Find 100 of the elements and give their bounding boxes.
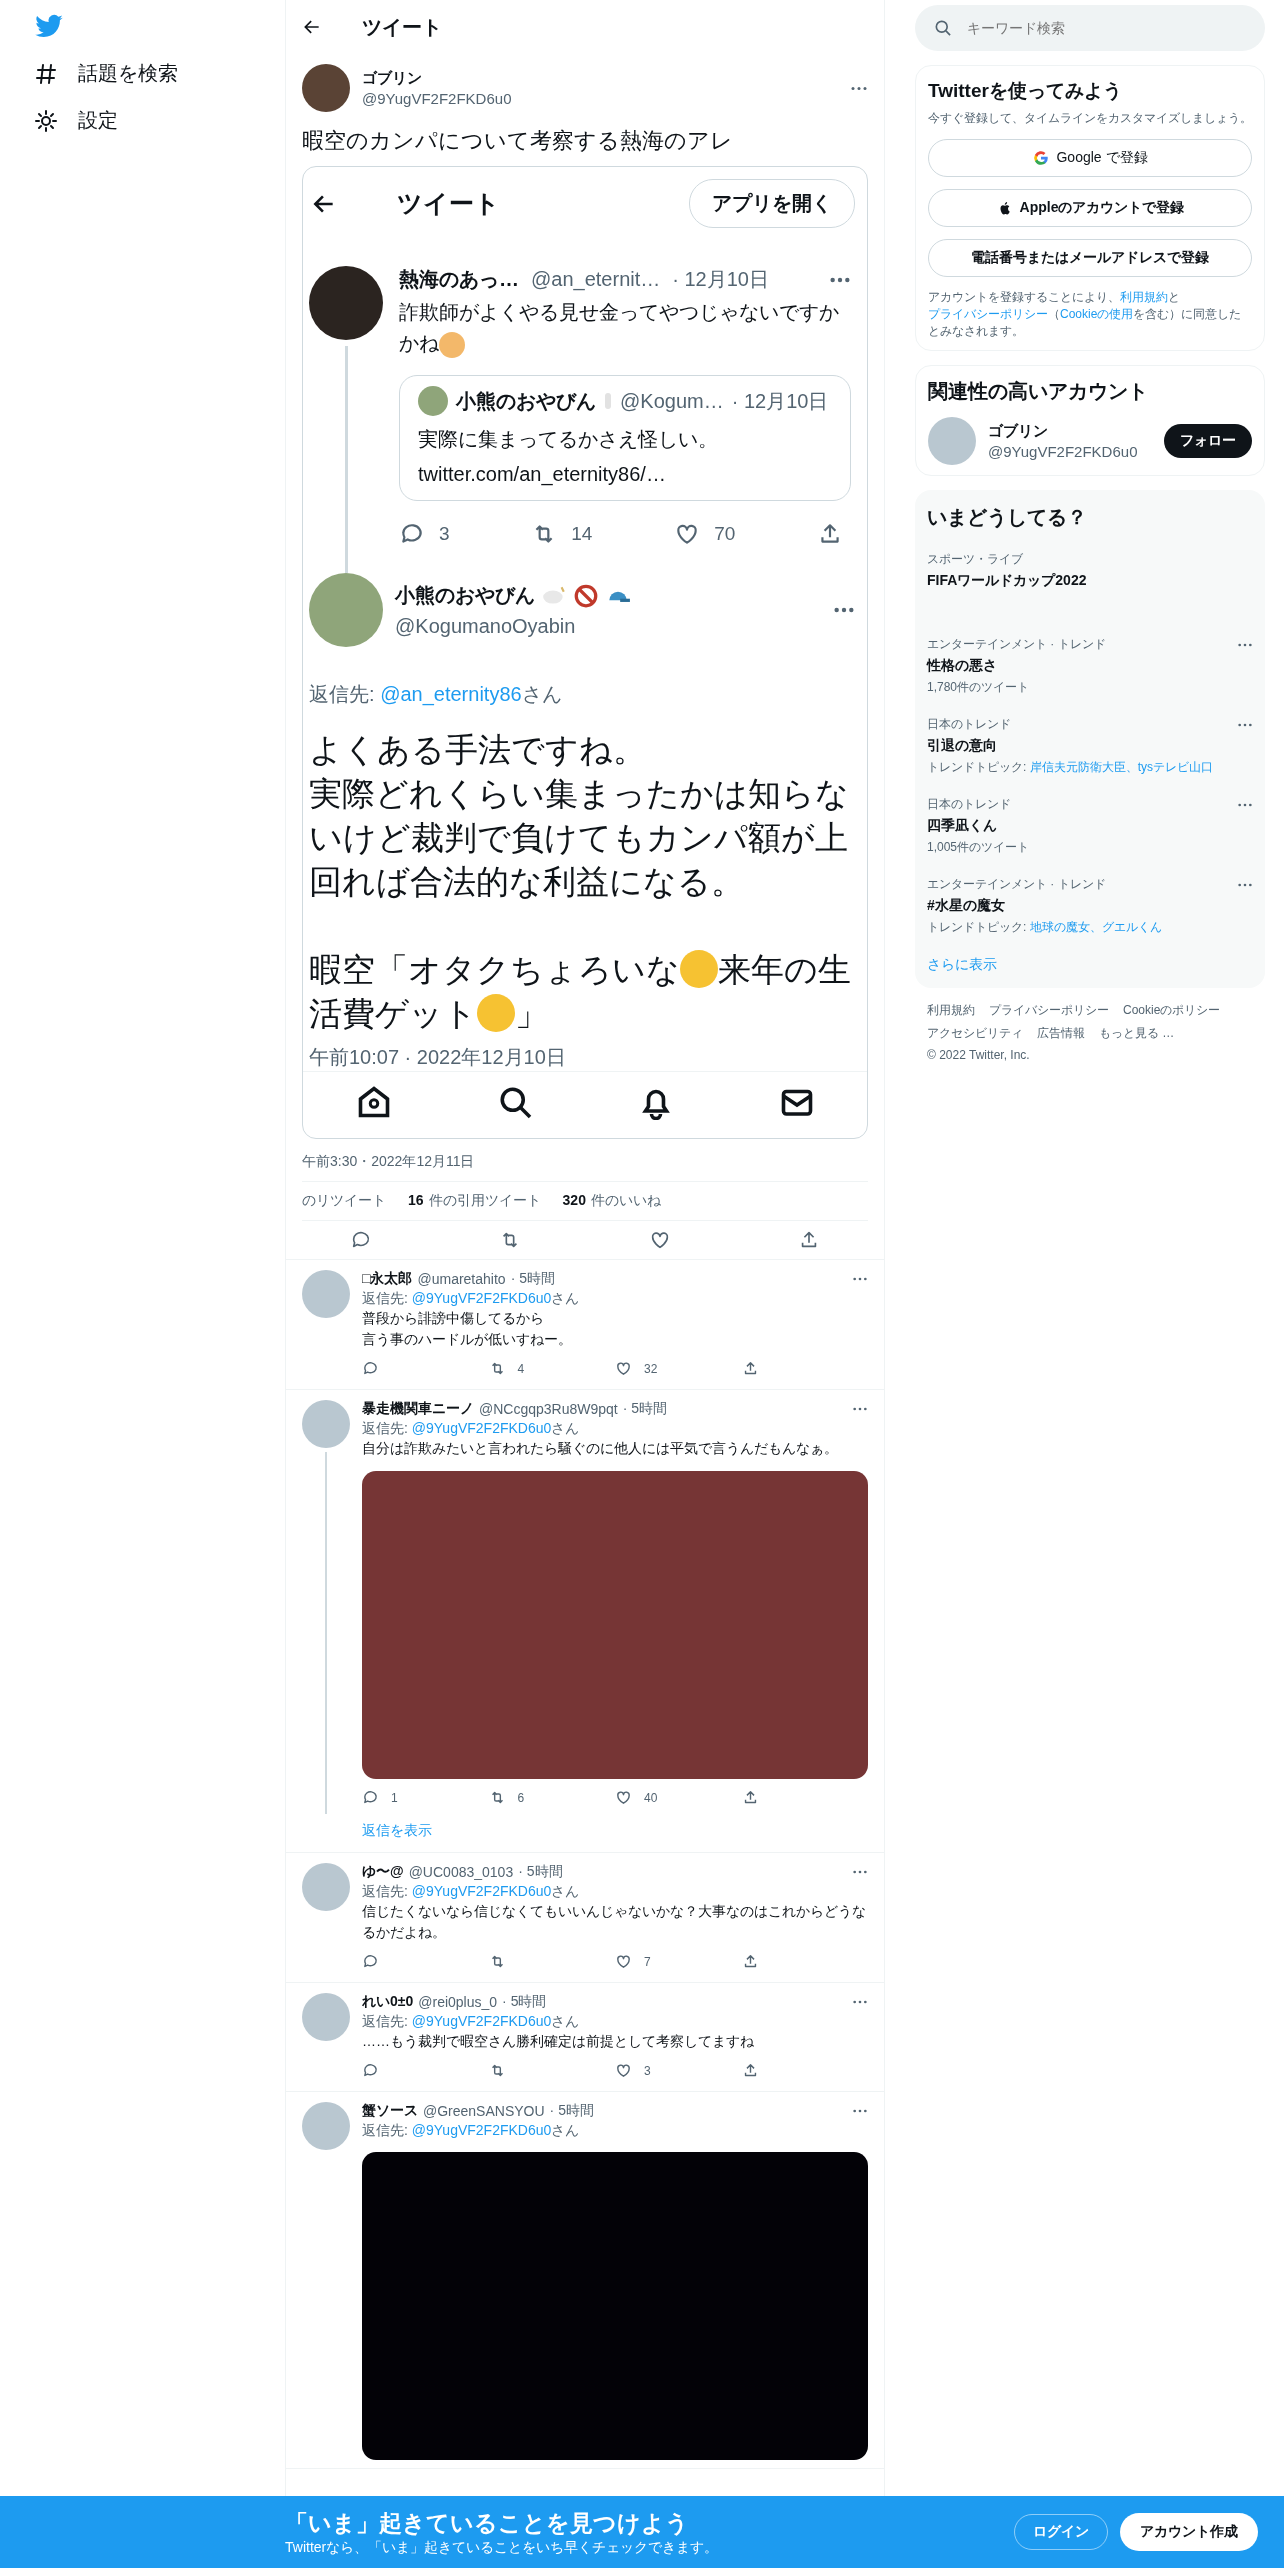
more-icon[interactable] (852, 1407, 868, 1411)
topic-label: トレンドトピック: (927, 760, 1028, 774)
user-name: ゴブリン (988, 422, 1049, 441)
more-icon[interactable] (850, 85, 868, 91)
user-handle: @umaretahito (417, 1271, 506, 1287)
reply-text: 普段から誹謗中傷してるから (362, 1309, 545, 1328)
card-title: 関連性の高いアカウント (928, 379, 1149, 404)
user-name: 暴走機関車ニーノ (362, 1400, 474, 1418)
more-icon[interactable] (1237, 882, 1253, 887)
user-name: 小熊のおやびん (395, 583, 535, 608)
topic-label: トレンドトピック: (927, 920, 1028, 934)
trend-context: エンターテインメント · トレンド (927, 636, 1106, 653)
stat-label: のリツイート (302, 1192, 386, 1210)
tweet-time: 午前3:30・2022年12月11日 (301, 1152, 476, 1171)
action-count: 1 (391, 1790, 398, 1805)
settings-icon (34, 108, 58, 133)
footer-link[interactable]: もっと見る … (1099, 1025, 1175, 1042)
reply-label: 返信先: (309, 683, 376, 705)
like-icon[interactable] (615, 1953, 632, 1970)
like-icon[interactable] (615, 1789, 632, 1806)
trend-name[interactable]: 引退の意向 (927, 737, 1253, 755)
banner-title: 「いま」起きていることを見つけよう (285, 2508, 690, 2538)
post-text: かね (399, 332, 439, 354)
action-count: 40 (644, 1790, 658, 1805)
avatar (418, 386, 448, 416)
follow-button[interactable]: フォロー (1164, 424, 1252, 458)
banner-subtitle: Twitterなら、「いま」起きていることをいち早くチェックできます。 (285, 2538, 720, 2557)
reply-text: ……もう裁判で暇空さん勝利確定は前提として考察してますね (362, 2032, 755, 2051)
reply-time: · 5時間 (502, 1993, 547, 2011)
user-name: ゴブリン (362, 69, 423, 88)
reply-icon[interactable] (362, 1360, 379, 1377)
user-handle: @Kogum… (620, 389, 724, 413)
reply-suffix: さん (551, 1420, 580, 1436)
more-icon[interactable] (852, 2109, 868, 2113)
trend-name[interactable]: 四季凪くん (927, 817, 1253, 835)
avatar[interactable] (302, 64, 350, 112)
footer-link[interactable]: 広告情報 (1037, 1025, 1085, 1042)
search-icon (933, 18, 953, 38)
copyright: © 2022 Twitter, Inc. (927, 1048, 1030, 1062)
more-icon[interactable] (852, 1277, 868, 1281)
user-name: 蟹ソース (362, 2102, 418, 2120)
footer-link[interactable]: 利用規約 (927, 1002, 975, 1019)
user-handle: @an_eternit… (531, 268, 661, 291)
user-name: 熱海のあっ… (399, 267, 519, 292)
user-name: ゆ〜@ (362, 1863, 404, 1881)
more-icon[interactable] (1237, 802, 1253, 807)
reply-time: · 5時間 (510, 1270, 555, 1288)
user-handle: @rei0plus_0 (418, 1994, 498, 2010)
reply-icon[interactable] (362, 1953, 379, 1970)
reply-label: 返信先: (362, 1290, 408, 1306)
user-name: □永太郎 (362, 1270, 413, 1288)
reply-text: 暇空「オタクちょろいな (309, 952, 680, 988)
stat-label: 件のいいね (590, 1192, 661, 1210)
trend-name[interactable]: FIFAワールドカップ2022 (927, 572, 1253, 590)
bird-logo-icon[interactable] (34, 14, 64, 40)
reply-time: · 5時間 (622, 1400, 668, 1418)
reply-suffix: さん (551, 2013, 580, 2029)
stat-label: 件の引用ツイート (428, 1192, 541, 1210)
nav-link[interactable]: 設定 (34, 107, 285, 134)
like-icon[interactable] (615, 1360, 632, 1377)
reply-label: 返信先: (362, 2013, 408, 2029)
more-icon (829, 276, 851, 283)
signup-button[interactable]: Appleのアカウントで登録 (928, 189, 1252, 227)
like-icon[interactable] (615, 2062, 632, 2079)
user-handle: @9YugVF2F2FKD6u0 (988, 443, 1139, 460)
trend-name[interactable]: #水星の魔女 (927, 897, 1253, 915)
trend-context: スポーツ・ライブ (927, 551, 1023, 568)
trend-context: 日本のトレンド (927, 796, 1011, 813)
more-icon[interactable] (1237, 642, 1253, 647)
reply-icon[interactable] (362, 1789, 379, 1806)
reply-suffix: さん (551, 1883, 580, 1899)
reply-text: 実際どれくらい集まったかは知らないけど裁判で負けてもカンパ額が上回れば合法的な利益になる。 (309, 776, 849, 900)
reply-suffix: さん (521, 683, 562, 705)
action-count: 7 (644, 1954, 651, 1969)
trend-name[interactable]: 性格の悪さ (927, 657, 1253, 675)
more-icon[interactable] (1237, 722, 1253, 727)
reply-icon[interactable] (362, 2062, 379, 2079)
action-count: 3 (439, 523, 450, 545)
post-text: 詐欺師がよくやる見せ金ってやつじゃないですか (399, 301, 839, 323)
search-field[interactable]: キーワード検索 (915, 5, 1265, 51)
action-count: 4 (517, 1361, 525, 1376)
create-account-button[interactable]: アカウント作成 (1120, 2513, 1258, 2551)
action-count: 6 (517, 1790, 525, 1805)
footer-link[interactable]: プライバシーポリシー (989, 1002, 1109, 1019)
signup-button[interactable]: 電話番号またはメールアドレスで登録 (928, 239, 1252, 277)
footer-link[interactable]: アクセシビリティ (927, 1025, 1023, 1042)
action-count: 70 (714, 523, 736, 545)
tweet-text: 暇空のカンパについて考察する熱海のアレ (301, 127, 734, 155)
user-handle: @GreenSANSYOU (423, 2103, 545, 2119)
footer-link[interactable]: Cookieのポリシー (1123, 1002, 1221, 1019)
action-count: 3 (644, 2063, 651, 2078)
nav-link[interactable]: 話題を検索 (34, 60, 285, 87)
reply-suffix: さん (551, 1290, 580, 1306)
reply-label: 返信先: (362, 1883, 408, 1899)
signup-button[interactable]: Google で登録 (928, 139, 1252, 177)
more-icon[interactable] (852, 2000, 868, 2004)
trend-count: 1,005件のツイート (927, 839, 1031, 856)
more-icon[interactable] (852, 1870, 868, 1874)
trend-count: 1,780件のツイート (927, 679, 1031, 696)
user-handle: @NCcgqp3Ru8W9pqt (479, 1401, 618, 1417)
